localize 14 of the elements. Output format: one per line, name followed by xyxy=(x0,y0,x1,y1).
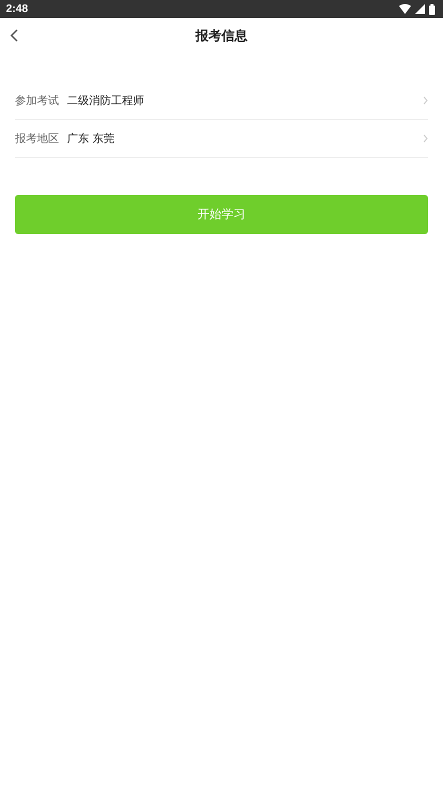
form-row[interactable]: 参加考试 二级消防工程师 xyxy=(15,82,428,120)
status-time: 2:48 xyxy=(6,3,28,15)
signal-icon xyxy=(415,4,425,14)
wifi-icon xyxy=(399,4,411,14)
row-value: 二级消防工程师 xyxy=(67,93,145,108)
form-row[interactable]: 报考地区 广东 东莞 xyxy=(15,120,428,158)
battery-icon xyxy=(429,4,435,14)
chevron-right-icon xyxy=(423,134,428,143)
chevron-left-icon xyxy=(10,29,18,42)
row-label: 参加考试 xyxy=(15,93,59,108)
row-value: 广东 东莞 xyxy=(67,131,116,146)
chevron-right-icon xyxy=(423,96,428,105)
page-title: 报考信息 xyxy=(196,28,248,45)
row-label: 报考地区 xyxy=(15,131,59,146)
